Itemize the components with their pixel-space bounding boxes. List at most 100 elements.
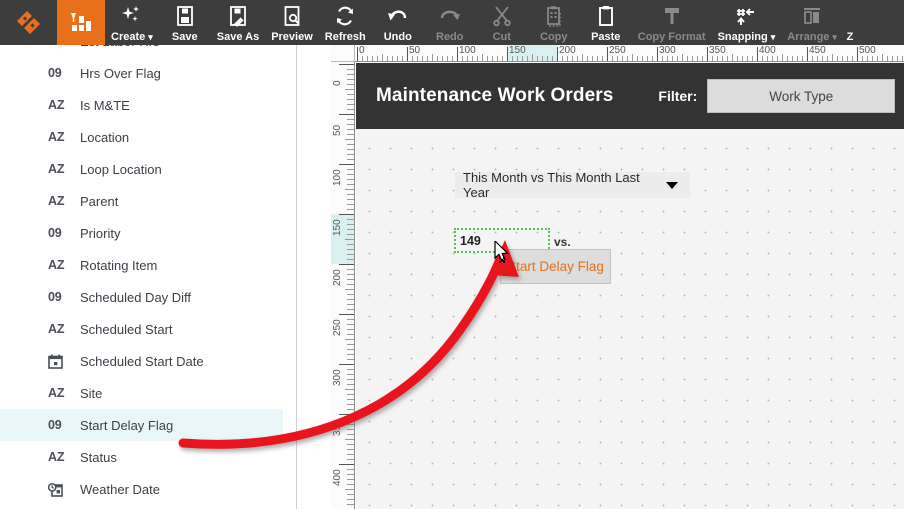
- ruler-minor-tick: [887, 56, 888, 61]
- ruler-minor-tick: [577, 56, 578, 61]
- ruler-minor-tick: [472, 56, 473, 61]
- ruler-tick-label: 0: [332, 80, 343, 86]
- ruler-minor-tick: [747, 56, 748, 61]
- ruler-minor-tick: [617, 56, 618, 61]
- ruler-minor-tick: [822, 56, 823, 61]
- ruler-tick-label: 300: [332, 369, 343, 386]
- report-canvas[interactable]: Maintenance Work Orders Filter: Work Typ…: [356, 63, 904, 509]
- ruler-tick: [807, 47, 808, 61]
- ruler-minor-tick: [347, 424, 354, 425]
- ruler-minor-tick: [462, 56, 463, 61]
- toolbar-button-undo[interactable]: Undo: [372, 0, 424, 45]
- field-row[interactable]: 09 Hrs Over Flag: [0, 57, 283, 89]
- ruler-tick: [357, 47, 358, 61]
- drag-cursor-icon: [494, 239, 520, 272]
- toolbar-button-save[interactable]: Save: [159, 0, 211, 45]
- ruler-minor-tick: [492, 56, 493, 61]
- toolbar-button-refresh[interactable]: Refresh: [319, 0, 372, 45]
- field-name: Est Labor Hrs: [80, 45, 159, 49]
- toolbar-button-create[interactable]: Create ▾: [105, 0, 159, 45]
- text-type-icon: AZ: [48, 258, 65, 272]
- ruler-minor-tick: [347, 494, 354, 495]
- ruler-minor-tick: [347, 294, 354, 295]
- filter-work-type-dropdown[interactable]: Work Type: [707, 79, 896, 113]
- ruler-minor-tick: [482, 54, 483, 61]
- report-header-band[interactable]: Maintenance Work Orders Filter: Work Typ…: [356, 63, 904, 129]
- toolbar-label-copy-format: Copy Format: [637, 31, 706, 43]
- field-row[interactable]: AZ Is M&TE: [0, 89, 283, 121]
- ruler-minor-tick: [345, 389, 354, 390]
- ruler-minor-tick: [347, 129, 354, 130]
- field-row[interactable]: AZ Location: [0, 121, 283, 153]
- app-logo-icon[interactable]: [0, 0, 57, 45]
- field-name: Scheduled Start: [80, 321, 173, 337]
- ruler-minor-tick: [347, 284, 354, 285]
- ruler-minor-tick: [347, 354, 354, 355]
- ruler-minor-tick: [347, 204, 354, 205]
- ruler-tick-label: 500: [859, 45, 876, 56]
- ruler-minor-tick: [452, 56, 453, 61]
- ruler-tick-label: 150: [332, 219, 343, 236]
- field-name: Hrs Over Flag: [80, 65, 161, 81]
- ruler-minor-tick: [347, 174, 354, 175]
- field-row[interactable]: AZ Site: [0, 377, 283, 409]
- ruler-minor-tick: [582, 54, 583, 61]
- toolbar-button-redo[interactable]: Redo: [424, 0, 476, 45]
- toolbar-button-arrange[interactable]: Arrange ▾: [781, 0, 843, 45]
- ruler-minor-tick: [477, 56, 478, 61]
- undo-arrow-icon: [386, 4, 410, 28]
- ruler-minor-tick: [692, 56, 693, 61]
- ruler-minor-tick: [347, 359, 354, 360]
- ruler-minor-tick: [347, 224, 354, 225]
- field-row[interactable]: AZ Parent: [0, 185, 283, 217]
- field-row[interactable]: AZ Loop Location: [0, 153, 283, 185]
- toolbar-button-paste[interactable]: Paste: [580, 0, 632, 45]
- toolbar-button-save-as[interactable]: Save As: [211, 0, 265, 45]
- ruler-minor-tick: [345, 189, 354, 190]
- ruler-minor-tick: [447, 56, 448, 61]
- field-row[interactable]: AZ Status: [0, 441, 283, 473]
- field-name: Parent: [80, 193, 119, 209]
- ruler-minor-tick: [517, 56, 518, 61]
- ruler-minor-tick: [862, 56, 863, 61]
- ruler-minor-tick: [347, 369, 354, 370]
- toolbar-button-snapping[interactable]: Snapping ▾: [712, 0, 782, 45]
- field-row[interactable]: AZ Rotating Item: [0, 249, 283, 281]
- ruler-minor-tick: [377, 56, 378, 61]
- ruler-minor-tick: [627, 56, 628, 61]
- toolbar-button-preview[interactable]: Preview: [265, 0, 319, 45]
- ruler-minor-tick: [867, 56, 868, 61]
- report-builder-icon[interactable]: [57, 0, 105, 45]
- toolbar-button-copy-format[interactable]: Copy Format: [632, 0, 712, 45]
- field-row[interactable]: 09 Priority: [0, 217, 283, 249]
- ruler-minor-tick: [345, 439, 354, 440]
- format-brush-icon: [662, 4, 682, 28]
- field-row[interactable]: AZ Scheduled Start: [0, 313, 283, 345]
- ruler-tick-label: 250: [332, 319, 343, 336]
- fields-sidebar[interactable]: 09Est Labor Hrs09Hrs Over FlagAZIs M&TEA…: [0, 45, 297, 509]
- ruler-minor-tick: [347, 209, 354, 210]
- ruler-minor-tick: [427, 56, 428, 61]
- toolbar-button-cut[interactable]: Cut: [476, 0, 528, 45]
- field-row[interactable]: Scheduled Start Date: [0, 345, 283, 377]
- ruler-tick-label: 350: [709, 45, 726, 56]
- ruler-minor-tick: [347, 179, 354, 180]
- chevron-down-icon: [666, 181, 678, 189]
- ruler-minor-tick: [347, 344, 354, 345]
- ruler-minor-tick: [345, 139, 354, 140]
- field-row[interactable]: 09 Scheduled Day Diff: [0, 281, 283, 313]
- field-row[interactable]: 09 Start Delay Flag: [0, 409, 283, 441]
- field-row[interactable]: 09Est Labor Hrs: [0, 45, 283, 57]
- ruler-minor-tick: [347, 74, 354, 75]
- ruler-tick-label: 250: [609, 45, 626, 56]
- toolbar-button-zoom[interactable]: Z: [843, 0, 857, 45]
- period-comparison-dropdown[interactable]: This Month vs This Month Last Year: [455, 170, 690, 200]
- ruler-minor-tick: [397, 56, 398, 61]
- text-type-icon: AZ: [48, 130, 65, 144]
- ruler-minor-tick: [347, 169, 354, 170]
- field-name: Weather Date: [80, 481, 160, 497]
- ruler-minor-tick: [832, 54, 833, 61]
- toolbar-button-copy[interactable]: Copy: [528, 0, 580, 45]
- ruler-tick: [339, 464, 354, 465]
- field-row[interactable]: Weather Date: [0, 473, 283, 505]
